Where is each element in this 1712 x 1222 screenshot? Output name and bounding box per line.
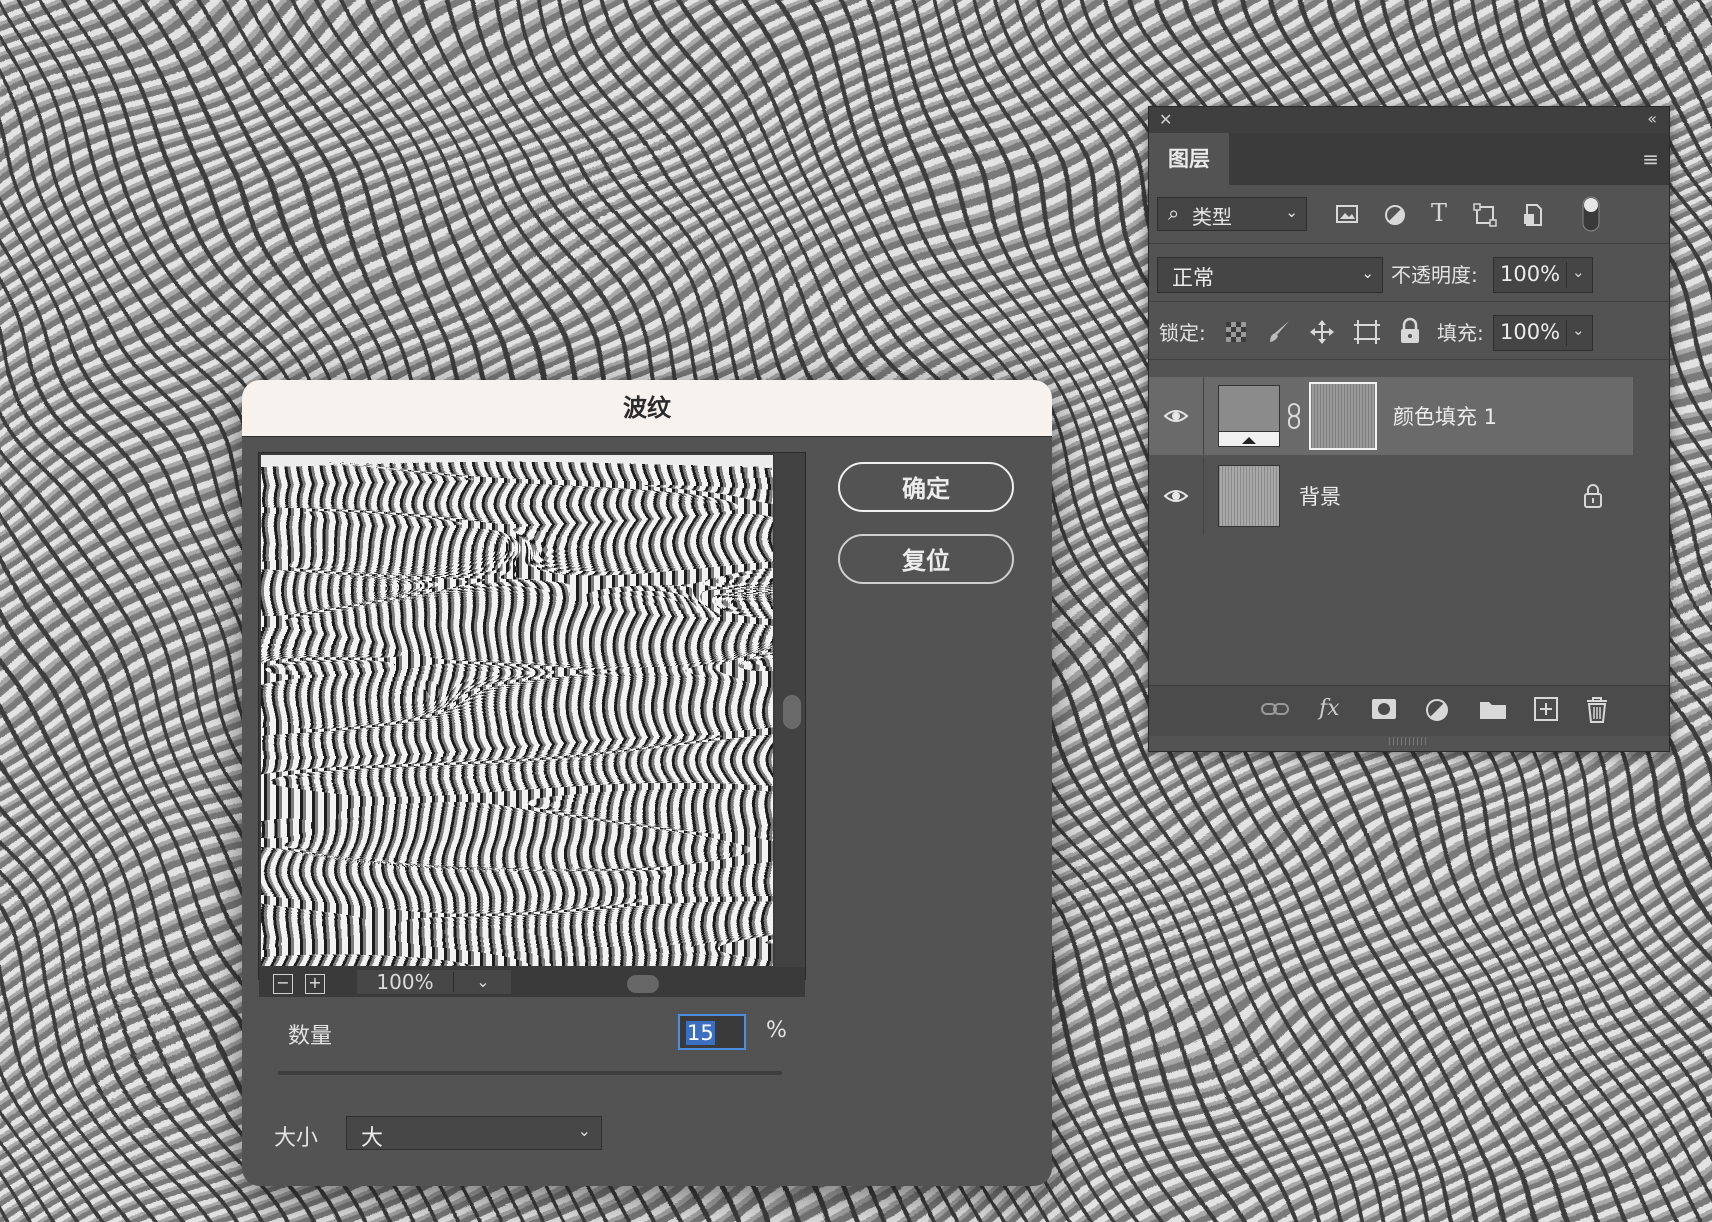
layer-mask-thumbnail[interactable] [1309,382,1377,450]
amount-slider-track[interactable] [278,1071,782,1075]
chevron-down-icon: ⌄ [577,1121,591,1140]
chevron-down-icon[interactable]: ⌄ [1572,321,1585,339]
new-adjustment-layer-icon[interactable] [1425,698,1451,724]
link-layers-icon[interactable] [1261,700,1289,718]
layer-kind-filter-value: 类型 [1192,205,1232,229]
amount-input[interactable]: 15 [678,1014,746,1050]
preview-vertical-scroll-thumb[interactable] [783,695,801,729]
dialog-title: 波纹 [242,380,1052,437]
trash-icon[interactable] [1585,696,1609,724]
blend-row: 正常 ⌄ 不透明度: 100% ⌄ [1149,243,1669,301]
amount-label: 数量 [288,1024,333,1049]
eye-icon[interactable] [1163,483,1189,509]
opacity-value: 100% [1500,262,1561,286]
filter-preview-panel: − + 100% ⌄ [258,452,806,997]
preview-horizontal-scroll-thumb[interactable] [627,975,659,993]
close-icon[interactable]: ✕ [1159,110,1172,129]
adjustment-filter-icon[interactable] [1383,203,1407,227]
panel-title-bar: ✕ « [1149,107,1669,133]
chevron-down-icon[interactable]: ⌄ [1572,263,1585,281]
image-filter-icon[interactable] [1335,203,1359,225]
lock-label: 锁定: [1159,321,1206,345]
tab-layers[interactable]: 图层 [1149,133,1229,185]
fx-icon[interactable]: fx [1319,696,1340,721]
layer-name[interactable]: 背景 [1299,481,1341,511]
zoom-in-button[interactable]: + [305,974,325,994]
preview-toolbar: − + 100% ⌄ [259,967,805,997]
fill-indicator-icon [1242,437,1256,444]
layer-kind-filter[interactable]: ⌕ 类型 ⌄ [1157,197,1307,231]
background-layer-thumbnail[interactable] [1218,465,1280,527]
blend-mode-value: 正常 [1172,266,1214,290]
new-layer-icon[interactable] [1533,696,1559,722]
layer-divider [1203,377,1204,455]
layer-divider [1203,457,1204,535]
smart-object-filter-icon[interactable] [1521,203,1545,227]
new-group-icon[interactable] [1479,698,1507,720]
layers-bottom-toolbar: fx [1149,685,1669,736]
size-select[interactable]: 大 ⌄ [346,1116,602,1151]
search-icon: ⌕ [1168,201,1180,225]
size-label: 大小 [274,1126,319,1151]
layer-row-color-fill[interactable]: 颜色填充 1 [1149,377,1633,455]
zoom-level-select[interactable]: 100% ⌄ [357,970,511,994]
lock-row: 锁定: 填充: 100% ⌄ [1149,301,1669,359]
eye-icon[interactable] [1163,403,1189,429]
ripple-preview-pattern [261,455,773,966]
chevron-down-icon: ⌄ [1285,203,1298,221]
lock-artboard-icon[interactable] [1353,319,1381,345]
layer-filter-row: ⌕ 类型 ⌄ T [1149,185,1669,243]
preview-vertical-scrollbar[interactable] [775,453,805,967]
chevron-down-icon: ⌄ [476,972,490,991]
fill-value: 100% [1500,320,1561,344]
opacity-separator [1566,262,1567,288]
fill-label: 填充: [1437,321,1484,345]
add-mask-icon[interactable] [1371,698,1397,720]
filter-preview-image[interactable] [261,455,773,966]
zoom-level-value: 100% [376,970,434,994]
lock-all-icon[interactable] [1399,317,1421,345]
opacity-input[interactable]: 100% ⌄ [1493,257,1593,293]
type-filter-icon[interactable]: T [1431,199,1447,227]
layers-panel: ✕ « 图层 ≡ ⌕ 类型 ⌄ T 正常 ⌄ 不透明度: 100% ⌄ 锁定: [1148,106,1670,752]
layer-name[interactable]: 颜色填充 1 [1393,401,1497,431]
layer-row-background[interactable]: 背景 [1149,457,1633,535]
lock-icon[interactable] [1583,483,1603,509]
chevron-down-icon: ⌄ [1361,264,1374,282]
ok-button[interactable]: 确定 [838,462,1014,512]
reset-button[interactable]: 复位 [838,534,1014,584]
ripple-filter-dialog: 波纹 − + 100% ⌄ 确定 复位 数量 15 % 大小 大 ⌄ [242,380,1052,1186]
opacity-label: 不透明度: [1391,263,1478,287]
amount-unit: % [766,1018,787,1043]
collapse-icon[interactable]: « [1647,109,1657,128]
panel-menu-icon[interactable]: ≡ [1642,147,1659,171]
fill-separator [1566,320,1567,346]
lock-position-icon[interactable] [1309,319,1335,345]
lock-image-pixels-icon[interactable] [1267,319,1293,345]
zoom-out-button[interactable]: − [273,974,293,994]
lock-transparent-pixels-icon[interactable] [1225,321,1247,343]
shape-filter-icon[interactable] [1473,203,1497,227]
blend-mode-select[interactable]: 正常 ⌄ [1157,257,1383,293]
zoom-separator [453,972,454,992]
amount-value: 15 [686,1021,715,1045]
filter-toggle-switch[interactable] [1581,195,1601,233]
fill-layer-thumbnail[interactable] [1218,385,1280,447]
fill-input[interactable]: 100% ⌄ [1493,315,1593,351]
link-icon[interactable] [1287,403,1301,429]
divider [1149,359,1669,360]
panel-tab-bar: 图层 ≡ [1149,133,1669,185]
panel-resize-grip[interactable] [1389,737,1429,745]
size-select-value: 大 [361,1126,384,1151]
